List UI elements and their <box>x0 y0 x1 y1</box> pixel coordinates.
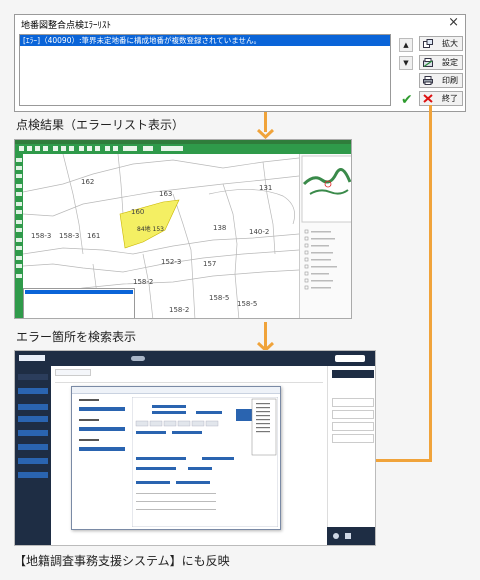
save-icon[interactable] <box>345 533 351 539</box>
parcel-label: 158-2 <box>169 306 189 314</box>
zoom-label: 拡大 <box>442 39 458 48</box>
parcel-label: 158-5 <box>209 294 229 302</box>
gis-toolbar <box>15 144 351 154</box>
dialog-form[interactable] <box>132 397 278 527</box>
exit-label: 終了 <box>442 94 458 103</box>
right-panel-item[interactable] <box>332 422 374 431</box>
parcel-label: 158-3 <box>31 232 51 240</box>
header-search-button <box>335 355 365 362</box>
scroll-up-icon[interactable]: ▲ <box>399 38 413 52</box>
overview-map <box>301 155 351 223</box>
side-nav-item[interactable] <box>18 404 48 410</box>
close-x-icon <box>423 94 433 103</box>
layer-list[interactable] <box>304 228 350 308</box>
caption-search-display: エラー箇所を検索表示 <box>16 330 137 344</box>
mini-selected-row <box>25 290 133 294</box>
parcel-label: 161 <box>87 232 100 240</box>
parcel-label: 152-3 <box>161 258 181 266</box>
parcel-label: 140-2 <box>249 228 269 236</box>
layer-checkbox-list <box>304 229 337 290</box>
settings-label: 設定 <box>442 58 458 67</box>
caption-reflected: 【地籍調査事務支援システム】にも反映 <box>14 554 230 568</box>
highlighted-parcel-label: 84地 153 <box>137 225 164 233</box>
dialog-left-menu <box>79 399 125 451</box>
side-nav-item[interactable] <box>18 374 48 380</box>
parcel-label: 158-5 <box>237 300 257 308</box>
system-side-nav <box>15 366 51 545</box>
dialog-header <box>72 387 280 394</box>
header-toggle <box>131 356 145 361</box>
right-panel-item[interactable] <box>332 410 374 419</box>
gear-icon[interactable] <box>333 533 339 539</box>
parcel-label: 160 <box>131 208 144 216</box>
system-header-bar <box>15 351 375 366</box>
print-label: 印刷 <box>442 76 458 85</box>
parcel-label: 163 <box>159 190 172 198</box>
scroll-down-icon[interactable]: ▼ <box>399 56 413 70</box>
parcel-label: 138 <box>213 224 226 232</box>
side-nav-item[interactable] <box>18 416 48 422</box>
connector-line-3 <box>429 105 432 462</box>
gis-side-toolbar <box>15 154 23 318</box>
side-nav-item[interactable] <box>18 458 48 464</box>
side-nav-item[interactable] <box>18 388 48 394</box>
printer-icon <box>423 76 433 85</box>
main-divider <box>55 382 323 383</box>
header-logo-block <box>19 355 45 361</box>
settings-icon <box>423 58 433 67</box>
cadastral-system-screenshot <box>14 350 376 546</box>
parcel-label: 158-3 <box>59 232 79 240</box>
gis-layer-panel <box>299 154 351 318</box>
zoom-icon <box>423 39 433 48</box>
caption-error-list: 点検結果（エラーリスト表示） <box>16 118 185 132</box>
right-panel-item[interactable] <box>332 398 374 407</box>
parcel-label: 158-2 <box>133 278 153 286</box>
gis-error-list-mini <box>23 288 135 318</box>
side-nav-item[interactable] <box>18 444 48 450</box>
side-nav-item[interactable] <box>18 472 48 478</box>
zoom-button[interactable]: 拡大 <box>419 36 463 51</box>
side-nav-item[interactable] <box>18 430 48 436</box>
system-right-panel <box>327 366 375 545</box>
error-row[interactable]: [ｴﾗｰ]（40090）:筆界未定地番に構成地番が複数登録されていません。 <box>20 35 390 46</box>
arrow-down-icon <box>257 129 274 139</box>
figure-canvas: 地番図整合点検ｴﾗｰﾘｽﾄ × [ｴﾗｰ]（40090）:筆界未定地番に構成地番… <box>0 0 480 580</box>
right-panel-header <box>332 370 374 378</box>
close-icon[interactable]: × <box>448 15 459 30</box>
print-button[interactable]: 印刷 <box>419 73 463 88</box>
dialog-title: 地番図整合点検ｴﾗｰﾘｽﾄ <box>21 21 112 31</box>
right-panel-item[interactable] <box>332 434 374 443</box>
error-list-dialog: 地番図整合点検ｴﾗｰﾘｽﾄ × [ｴﾗｰ]（40090）:筆界未定地番に構成地番… <box>14 14 466 112</box>
error-list[interactable]: [ｴﾗｰ]（40090）:筆界未定地番に構成地番が複数登録されていません。 <box>19 34 391 106</box>
parcel-label: 157 <box>203 260 216 268</box>
settings-button[interactable]: 設定 <box>419 55 463 70</box>
exit-button[interactable]: 終了 <box>419 91 463 106</box>
system-footer-bar <box>327 527 375 545</box>
gis-map-screenshot: 162 163 131 160 161 138 140-2 152-3 157 … <box>14 139 352 319</box>
parcel-label: 162 <box>81 178 94 186</box>
parcel-detail-dialog <box>71 386 281 530</box>
main-tab[interactable] <box>55 369 91 376</box>
parcel-label: 131 <box>259 184 272 192</box>
check-icon[interactable]: ✔ <box>401 92 413 108</box>
